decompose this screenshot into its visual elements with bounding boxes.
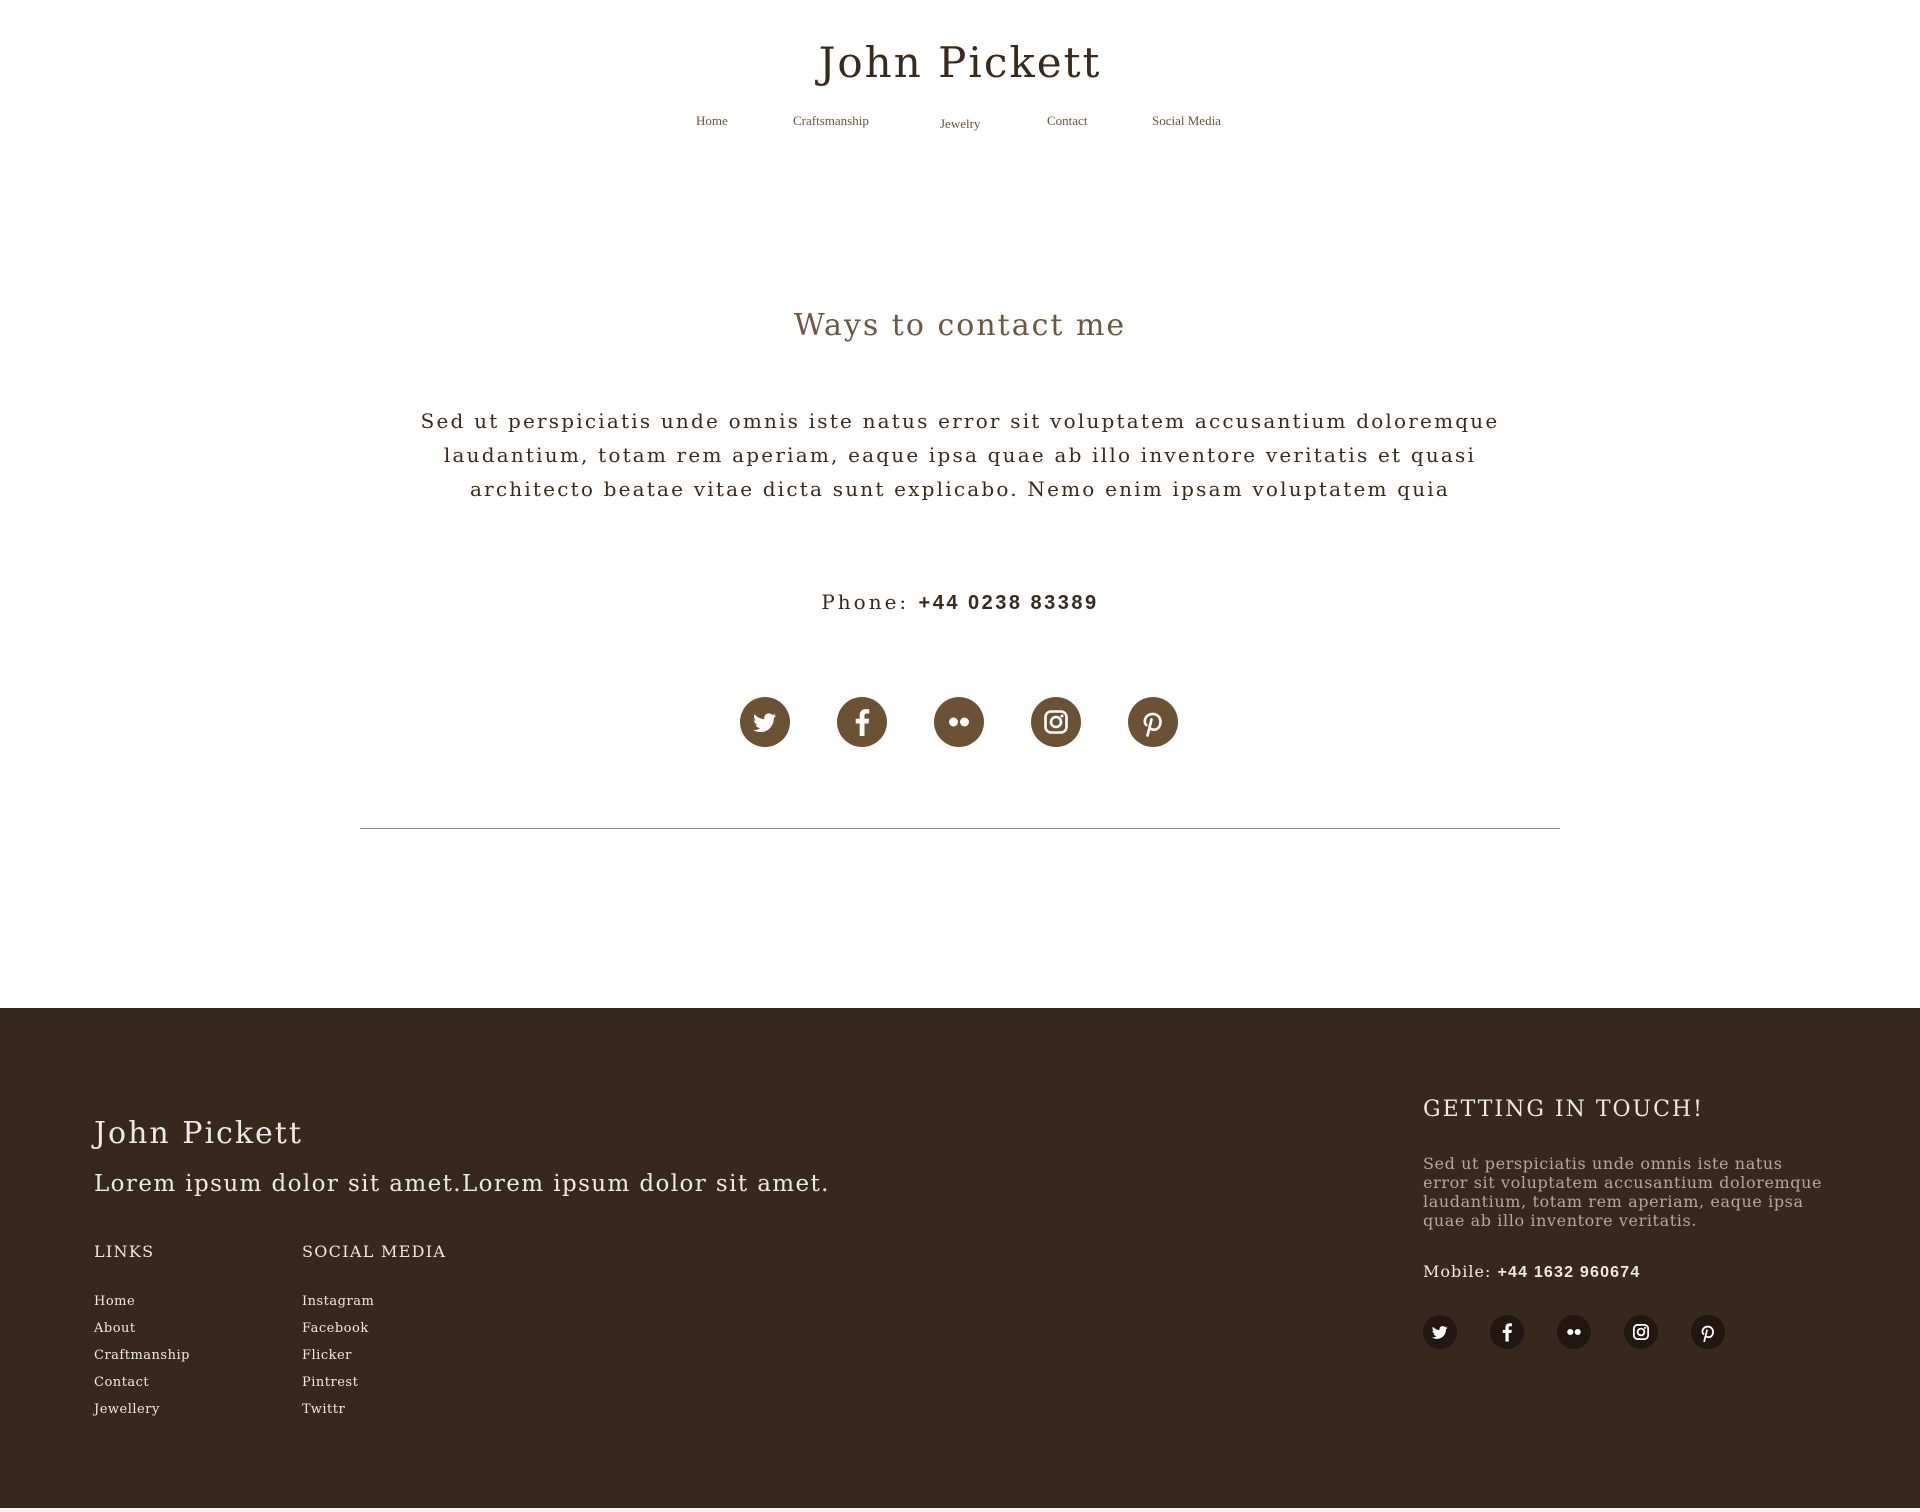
footer-link-craftmanship[interactable]: Craftmanship [94, 1348, 190, 1363]
pinterest-icon[interactable] [1691, 1315, 1725, 1349]
list-item: Instagram [302, 1290, 374, 1317]
nav-jewelry[interactable]: Jewelry [940, 116, 980, 132]
list-item: Contact [94, 1371, 190, 1398]
twitter-icon[interactable] [1423, 1315, 1457, 1349]
section-divider [360, 828, 1560, 829]
footer-link-contact[interactable]: Contact [94, 1375, 149, 1390]
facebook-icon[interactable] [837, 697, 887, 747]
list-item: Pintrest [302, 1371, 374, 1398]
list-item: Home [94, 1290, 190, 1317]
list-item: Flicker [302, 1344, 374, 1371]
footer-link-about[interactable]: About [94, 1321, 136, 1336]
nav-contact[interactable]: Contact [1047, 113, 1087, 129]
footer-link-facebook[interactable]: Facebook [302, 1321, 369, 1336]
intro-text: Sed ut perspiciatis unde omnis iste natu… [420, 409, 1500, 501]
flickr-icon[interactable] [1557, 1315, 1591, 1349]
footer-link-twittr[interactable]: Twittr [302, 1402, 345, 1417]
facebook-icon[interactable] [1490, 1315, 1524, 1349]
pinterest-icon[interactable] [1128, 697, 1178, 747]
flickr-icon[interactable] [934, 697, 984, 747]
footer-links-list: Home About Craftmanship Contact Jeweller… [94, 1290, 190, 1425]
section-heading: Ways to contact me [793, 308, 1127, 343]
social-icons-row [0, 697, 1920, 749]
list-item: Craftmanship [94, 1344, 190, 1371]
site-header: John Pickett Home Craftsmanship Jewelry … [0, 0, 1920, 160]
nav-social-media[interactable]: Social Media [1152, 113, 1221, 129]
site-footer: John Pickett Lorem ipsum dolor sit amet.… [0, 1008, 1920, 1510]
instagram-icon[interactable] [1624, 1315, 1658, 1349]
mobile-number[interactable]: +44 1632 960674 [1497, 1264, 1640, 1281]
mobile-line: Mobile: +44 1632 960674 [1423, 1262, 1640, 1282]
phone-label: Phone: [821, 590, 910, 614]
instagram-icon[interactable] [1031, 697, 1081, 747]
main-nav: Home Craftsmanship Jewelry Contact Socia… [0, 113, 1920, 133]
social-media-heading: SOCIAL MEDIA [302, 1242, 447, 1261]
mobile-label: Mobile: [1423, 1262, 1492, 1281]
phone-number[interactable]: +44 0238 83389 [919, 592, 1099, 614]
footer-social-icons [1423, 1315, 1743, 1351]
footer-link-flicker[interactable]: Flicker [302, 1348, 352, 1363]
list-item: Jewellery [94, 1398, 190, 1425]
page-bottom-edge [0, 1508, 1920, 1512]
nav-home[interactable]: Home [696, 113, 728, 129]
nav-craftsmanship[interactable]: Craftsmanship [793, 113, 869, 129]
footer-tagline: Lorem ipsum dolor sit amet.Lorem ipsum d… [94, 1171, 830, 1197]
footer-social-list: Instagram Facebook Flicker Pintrest Twit… [302, 1290, 374, 1425]
footer-link-pintrest[interactable]: Pintrest [302, 1375, 358, 1390]
footer-link-home[interactable]: Home [94, 1294, 135, 1309]
getting-in-touch-heading: GETTING IN TOUCH! [1423, 1097, 1704, 1122]
list-item: About [94, 1317, 190, 1344]
links-heading: LINKS [94, 1242, 155, 1261]
site-title[interactable]: John Pickett [0, 38, 1920, 87]
footer-link-instagram[interactable]: Instagram [302, 1294, 374, 1309]
getting-in-touch-text: Sed ut perspiciatis unde omnis iste natu… [1423, 1154, 1823, 1230]
footer-title: John Pickett [94, 1116, 303, 1151]
phone-line: Phone: +44 0238 83389 [0, 590, 1920, 615]
twitter-icon[interactable] [740, 697, 790, 747]
list-item: Facebook [302, 1317, 374, 1344]
list-item: Twittr [302, 1398, 374, 1425]
footer-link-jewellery[interactable]: Jewellery [94, 1402, 160, 1417]
